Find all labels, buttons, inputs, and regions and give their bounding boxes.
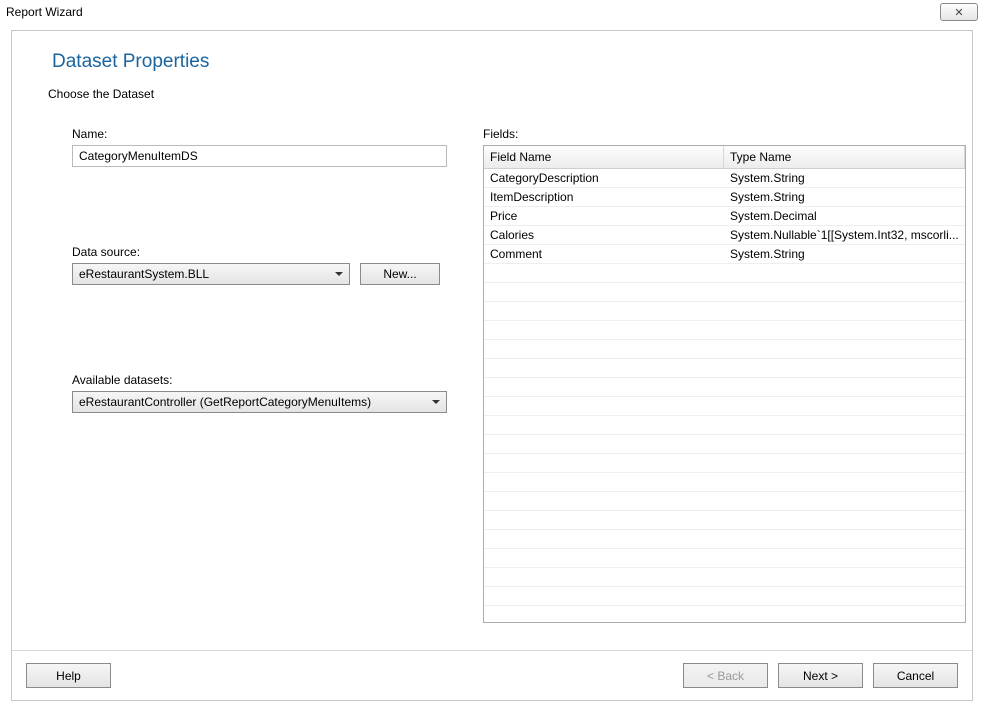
table-row-empty <box>484 397 965 416</box>
table-row-empty <box>484 378 965 397</box>
content-area: Dataset Properties Choose the Dataset Na… <box>12 31 972 650</box>
right-column: Fields: Field Name Type Name CategoryDes… <box>483 127 966 623</box>
table-row[interactable]: ItemDescriptionSystem.String <box>484 188 965 207</box>
table-row[interactable]: CaloriesSystem.Nullable`1[[System.Int32,… <box>484 226 965 245</box>
table-row[interactable]: CommentSystem.String <box>484 245 965 264</box>
available-datasets-combo[interactable]: eRestaurantController (GetReportCategory… <box>72 391 447 413</box>
columns: Name: Data source: eRestaurantSystem.BLL… <box>52 127 942 623</box>
name-input[interactable] <box>72 145 447 167</box>
close-icon: ✕ <box>954 6 963 19</box>
fields-table-header: Field Name Type Name <box>484 146 965 169</box>
new-datasource-button[interactable]: New... <box>360 263 440 285</box>
table-row-empty <box>484 549 965 568</box>
table-row-empty <box>484 473 965 492</box>
cell-field-name: Calories <box>484 227 724 243</box>
report-wizard-window: Report Wizard ✕ Dataset Properties Choos… <box>0 0 984 709</box>
cancel-button[interactable]: Cancel <box>873 663 958 688</box>
next-button[interactable]: Next > <box>778 663 863 688</box>
fields-table[interactable]: Field Name Type Name CategoryDescription… <box>483 145 966 623</box>
table-row[interactable]: CategoryDescriptionSystem.String <box>484 169 965 188</box>
table-row-empty <box>484 302 965 321</box>
fields-table-body: CategoryDescriptionSystem.StringItemDesc… <box>484 169 965 622</box>
table-row-empty <box>484 435 965 454</box>
cell-type-name: System.Nullable`1[[System.Int32, mscorli… <box>724 227 965 243</box>
available-datasets-value: eRestaurantController (GetReportCategory… <box>79 395 371 409</box>
dialog-body: Dataset Properties Choose the Dataset Na… <box>11 30 973 701</box>
datasource-label: Data source: <box>72 245 447 259</box>
datasource-combo[interactable]: eRestaurantSystem.BLL <box>72 263 350 285</box>
table-row-empty <box>484 416 965 435</box>
table-row-empty <box>484 587 965 606</box>
chevron-down-icon <box>432 400 440 404</box>
col-header-field-name[interactable]: Field Name <box>484 146 724 168</box>
table-row-empty <box>484 511 965 530</box>
cell-type-name: System.String <box>724 170 965 186</box>
footer: Help < Back Next > Cancel <box>12 650 972 700</box>
page-title: Dataset Properties <box>52 51 942 73</box>
table-row-empty <box>484 568 965 587</box>
table-row-empty <box>484 530 965 549</box>
back-button: < Back <box>683 663 768 688</box>
left-column: Name: Data source: eRestaurantSystem.BLL… <box>72 127 447 623</box>
page-subtitle: Choose the Dataset <box>48 87 942 101</box>
close-button[interactable]: ✕ <box>940 3 978 21</box>
table-row-empty <box>484 283 965 302</box>
available-datasets-label: Available datasets: <box>72 373 447 387</box>
table-row-empty <box>484 454 965 473</box>
cell-field-name: CategoryDescription <box>484 170 724 186</box>
col-header-type-name[interactable]: Type Name <box>724 146 965 168</box>
help-button[interactable]: Help <box>26 663 111 688</box>
cell-type-name: System.Decimal <box>724 208 965 224</box>
cell-field-name: ItemDescription <box>484 189 724 205</box>
cell-type-name: System.String <box>724 189 965 205</box>
table-row[interactable]: PriceSystem.Decimal <box>484 207 965 226</box>
cell-type-name: System.String <box>724 246 965 262</box>
cell-field-name: Price <box>484 208 724 224</box>
window-title: Report Wizard <box>6 5 83 19</box>
table-row-empty <box>484 340 965 359</box>
name-label: Name: <box>72 127 447 141</box>
table-row-empty <box>484 264 965 283</box>
table-row-empty <box>484 321 965 340</box>
table-row-empty <box>484 359 965 378</box>
table-row-empty <box>484 606 965 622</box>
chevron-down-icon <box>335 272 343 276</box>
cell-field-name: Comment <box>484 246 724 262</box>
table-row-empty <box>484 492 965 511</box>
fields-label: Fields: <box>483 127 966 141</box>
titlebar: Report Wizard ✕ <box>0 0 984 24</box>
datasource-value: eRestaurantSystem.BLL <box>79 267 209 281</box>
